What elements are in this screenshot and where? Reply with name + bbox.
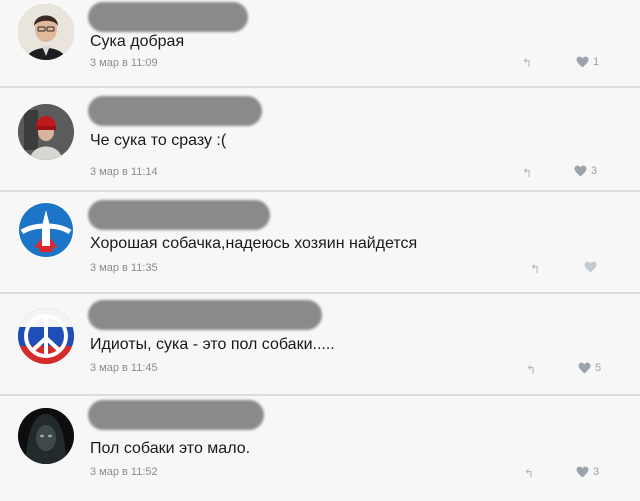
heart-icon	[576, 466, 589, 478]
comment-date[interactable]: 3 мар в 11:14	[90, 166, 158, 178]
comment-date[interactable]: 3 мар в 11:52	[90, 466, 158, 478]
person-photo-icon[interactable]	[18, 4, 74, 60]
comment-text: Идиоты, сука - это пол собаки.....	[90, 336, 335, 353]
reply-icon[interactable]: ↰	[530, 263, 544, 275]
like-count: 5	[595, 362, 602, 374]
comment-item: Хорошая собачка,надеюсь хозяин найдется …	[0, 192, 640, 294]
comment-date[interactable]: 3 мар в 11:45	[90, 362, 158, 374]
like-button[interactable]: 1	[576, 56, 599, 68]
author-name-redacted[interactable]	[88, 2, 248, 32]
comment-text: Че сука то сразу :(	[90, 132, 227, 149]
reply-icon[interactable]: ↰	[526, 364, 540, 376]
heart-icon	[584, 261, 597, 273]
peace-flag-icon[interactable]	[18, 308, 74, 364]
like-button[interactable]: 3	[574, 165, 597, 177]
author-name-redacted[interactable]	[88, 400, 264, 430]
reply-icon[interactable]: ↰	[522, 57, 536, 69]
comment-date[interactable]: 3 мар в 11:35	[90, 262, 158, 274]
like-button[interactable]: 3	[576, 466, 599, 478]
comment-text: Пол собаки это мало.	[90, 440, 251, 457]
comment-item: Пол собаки это мало. 3 мар в 11:52 ↰ 3	[0, 396, 640, 501]
rocket-emblem-icon[interactable]	[18, 202, 74, 258]
heart-icon	[576, 56, 589, 68]
like-count: 3	[591, 165, 598, 177]
like-button[interactable]: 5	[578, 362, 601, 374]
comment-text: Хорошая собачка,надеюсь хозяин найдется	[90, 235, 418, 252]
heart-icon	[574, 165, 587, 177]
author-name-redacted[interactable]	[88, 200, 270, 230]
like-button[interactable]	[584, 261, 601, 273]
reply-icon[interactable]: ↰	[524, 468, 538, 480]
comments-feed: Сука добрая 3 мар в 11:09 ↰ 1 Че сука то…	[0, 0, 640, 501]
comment-item: Сука добрая 3 мар в 11:09 ↰ 1	[0, 0, 640, 88]
hooded-figure-icon[interactable]	[18, 408, 74, 464]
like-count: 3	[593, 466, 600, 478]
red-hat-person-icon[interactable]	[18, 104, 74, 160]
comment-text: Сука добрая	[90, 33, 185, 50]
author-name-redacted[interactable]	[88, 96, 262, 126]
comment-date[interactable]: 3 мар в 11:09	[90, 57, 158, 69]
reply-icon[interactable]: ↰	[522, 167, 536, 179]
heart-icon	[578, 362, 591, 374]
author-name-redacted[interactable]	[88, 300, 322, 330]
comment-item: Че сука то сразу :( 3 мар в 11:14 ↰ 3	[0, 88, 640, 192]
comment-item: Идиоты, сука - это пол собаки..... 3 мар…	[0, 294, 640, 396]
like-count: 1	[593, 56, 600, 68]
